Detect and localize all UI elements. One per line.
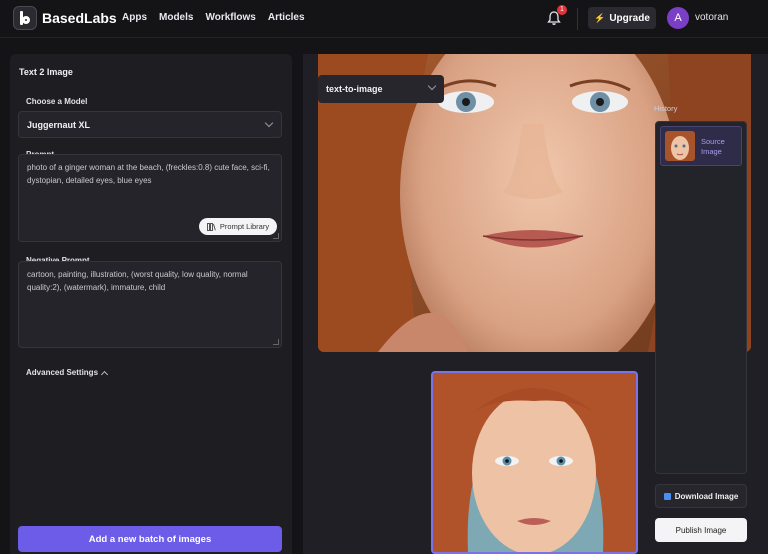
download-image-button[interactable]: Download Image xyxy=(655,484,747,508)
resize-handle[interactable] xyxy=(273,339,279,345)
result-thumbnail[interactable] xyxy=(431,371,638,554)
nav-item-workflows[interactable]: Workflows xyxy=(205,12,255,23)
download-icon xyxy=(663,492,671,500)
history-item-label: Source Image xyxy=(701,137,725,156)
bolt-icon: ⚡ xyxy=(594,12,606,23)
add-batch-button[interactable]: Add a new batch of images xyxy=(18,526,282,552)
history-item[interactable]: Source Image xyxy=(660,126,742,166)
history-thumbnail xyxy=(665,131,695,161)
history-label: History xyxy=(654,104,678,113)
advanced-settings-toggle[interactable]: Advanced Settings xyxy=(26,368,109,378)
prompt-text: photo of a ginger woman at the beach, (f… xyxy=(27,163,270,185)
nav-item-models[interactable]: Models xyxy=(159,12,193,23)
logo-icon[interactable] xyxy=(13,6,37,30)
chevron-down-icon xyxy=(427,81,437,91)
download-label: Download Image xyxy=(674,491,739,501)
mode-select[interactable]: text-to-image xyxy=(318,75,444,103)
divider xyxy=(577,8,578,30)
model-select[interactable]: Juggernaut XL xyxy=(18,111,282,138)
model-value: Juggernaut XL xyxy=(27,120,91,130)
chevron-up-icon xyxy=(100,370,109,378)
top-bar: BasedLabs Apps Models Workflows Articles… xyxy=(0,0,768,38)
book-icon xyxy=(206,222,216,231)
username[interactable]: votoran xyxy=(695,12,728,23)
model-label: Choose a Model xyxy=(26,97,88,106)
history-panel: Source Image xyxy=(655,121,747,474)
panel-title: Text 2 Image xyxy=(19,67,73,77)
nav-item-apps[interactable]: Apps xyxy=(122,12,147,23)
negative-prompt-text: cartoon, painting, illustration, (worst … xyxy=(27,270,248,292)
upgrade-button[interactable]: ⚡ Upgrade xyxy=(588,7,656,29)
brand-name[interactable]: BasedLabs xyxy=(42,10,117,26)
main-nav: Apps Models Workflows Articles xyxy=(122,12,305,23)
prompt-library-button[interactable]: Prompt Library xyxy=(199,218,277,235)
resize-handle[interactable] xyxy=(273,233,279,239)
nav-item-articles[interactable]: Articles xyxy=(268,12,305,23)
mode-value: text-to-image xyxy=(326,84,383,94)
text2image-panel: Text 2 Image Choose a Model Juggernaut X… xyxy=(10,54,292,554)
negative-prompt-input[interactable]: cartoon, painting, illustration, (worst … xyxy=(18,261,282,348)
avatar[interactable]: A xyxy=(667,7,689,29)
notification-badge: 1 xyxy=(557,5,567,15)
thumbnail-image xyxy=(433,373,636,552)
advanced-settings-label: Advanced Settings xyxy=(26,368,99,377)
prompt-library-label: Prompt Library xyxy=(219,222,270,231)
chevron-down-icon xyxy=(264,118,274,128)
upgrade-label: Upgrade xyxy=(609,12,650,24)
publish-image-button[interactable]: Publish Image xyxy=(655,518,747,542)
prompt-input[interactable]: photo of a ginger woman at the beach, (f… xyxy=(18,154,282,242)
